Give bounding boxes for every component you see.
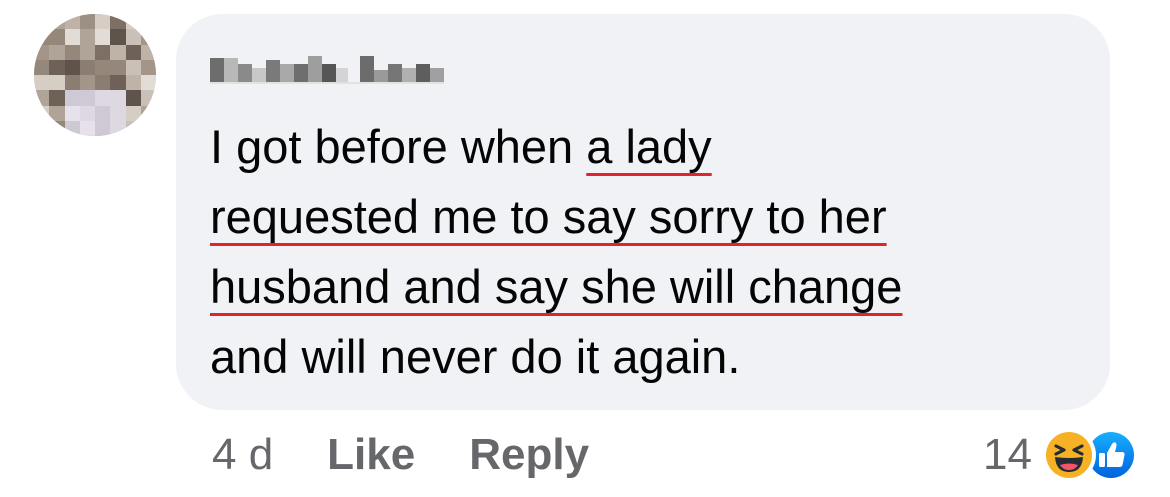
- avatar-pixel: [79, 105, 95, 121]
- avatar-pixel: [140, 105, 156, 121]
- avatar-pixel: [49, 75, 65, 91]
- avatar-pixelated-image: [34, 14, 156, 136]
- avatar-pixel: [34, 120, 50, 136]
- avatar-pixel: [95, 105, 111, 121]
- reaction-count: 14: [983, 430, 1032, 479]
- avatar-pixel: [34, 29, 50, 45]
- reply-button[interactable]: Reply: [469, 430, 589, 480]
- avatar-pixel: [79, 14, 95, 30]
- avatar-pixel: [49, 14, 65, 30]
- reactions-summary[interactable]: 14: [983, 428, 1142, 482]
- comment-actions: 4 d Like Reply: [212, 430, 589, 480]
- avatar-pixel: [125, 59, 141, 75]
- avatar-pixel: [34, 90, 50, 106]
- avatar-pixel: [49, 120, 65, 136]
- avatar-pixel: [125, 105, 141, 121]
- avatar-pixel: [34, 75, 50, 91]
- reaction-icons: [1042, 428, 1142, 482]
- text-plain: and will never do it again.: [210, 330, 741, 383]
- avatar-pixel: [79, 120, 95, 136]
- avatar-pixel: [49, 105, 65, 121]
- comment: I got before when a lady requested me to…: [0, 0, 1170, 497]
- avatar-pixel: [140, 75, 156, 91]
- avatar-pixel: [125, 90, 141, 106]
- avatar-pixel: [64, 90, 80, 106]
- avatar[interactable]: [34, 14, 156, 136]
- comment-line-3: husband and say she will change: [210, 252, 1090, 322]
- text-underlined: husband and say she will change: [210, 260, 903, 313]
- text-plain: I got before when: [210, 120, 587, 173]
- comment-text: I got before when a lady requested me to…: [210, 112, 1090, 392]
- text-underlined: a lady: [586, 120, 712, 173]
- comment-line-4: and will never do it again.: [210, 322, 1090, 392]
- avatar-pixel: [34, 14, 50, 30]
- avatar-pixel: [34, 105, 50, 121]
- like-button[interactable]: Like: [327, 430, 415, 480]
- avatar-pixel: [49, 59, 65, 75]
- avatar-pixel: [64, 14, 80, 30]
- avatar-pixel: [95, 14, 111, 30]
- author-name-redacted[interactable]: [210, 46, 460, 86]
- avatar-pixel: [140, 14, 156, 30]
- avatar-pixel: [79, 59, 95, 75]
- comment-line-1: I got before when a lady: [210, 112, 1090, 182]
- avatar-pixel: [125, 44, 141, 60]
- avatar-pixel: [95, 90, 111, 106]
- avatar-pixel: [34, 59, 50, 75]
- avatar-pixel: [110, 120, 126, 136]
- avatar-pixel: [95, 120, 111, 136]
- avatar-pixel: [64, 44, 80, 60]
- avatar-pixel: [49, 90, 65, 106]
- avatar-pixel: [125, 29, 141, 45]
- avatar-pixel: [95, 44, 111, 60]
- avatar-pixel: [140, 44, 156, 60]
- avatar-pixel: [95, 75, 111, 91]
- avatar-pixel: [125, 120, 141, 136]
- avatar-pixel: [64, 29, 80, 45]
- avatar-pixel: [110, 59, 126, 75]
- avatar-pixel: [95, 29, 111, 45]
- pixelated-name-block: [210, 56, 444, 84]
- avatar-pixel: [79, 90, 95, 106]
- avatar-pixel: [64, 105, 80, 121]
- avatar-pixel: [140, 120, 156, 136]
- text-underlined: requested me to say sorry to her: [210, 190, 887, 243]
- avatar-pixel: [64, 120, 80, 136]
- avatar-pixel: [49, 29, 65, 45]
- avatar-pixel: [64, 75, 80, 91]
- avatar-pixel: [64, 59, 80, 75]
- avatar-pixel: [140, 90, 156, 106]
- avatar-pixel: [79, 75, 95, 91]
- avatar-pixel: [110, 75, 126, 91]
- comment-line-2: requested me to say sorry to her: [210, 182, 1090, 252]
- avatar-pixel: [125, 75, 141, 91]
- avatar-pixel: [49, 44, 65, 60]
- haha-icon: [1042, 428, 1096, 482]
- avatar-pixel: [110, 14, 126, 30]
- avatar-pixel: [110, 90, 126, 106]
- avatar-pixel: [79, 44, 95, 60]
- avatar-pixel: [140, 59, 156, 75]
- avatar-pixel: [125, 14, 141, 30]
- avatar-pixel: [110, 44, 126, 60]
- avatar-pixel: [79, 29, 95, 45]
- avatar-pixel: [110, 29, 126, 45]
- avatar-pixel: [34, 44, 50, 60]
- timestamp[interactable]: 4 d: [212, 430, 273, 480]
- avatar-pixel: [140, 29, 156, 45]
- avatar-pixel: [95, 59, 111, 75]
- avatar-pixel: [110, 105, 126, 121]
